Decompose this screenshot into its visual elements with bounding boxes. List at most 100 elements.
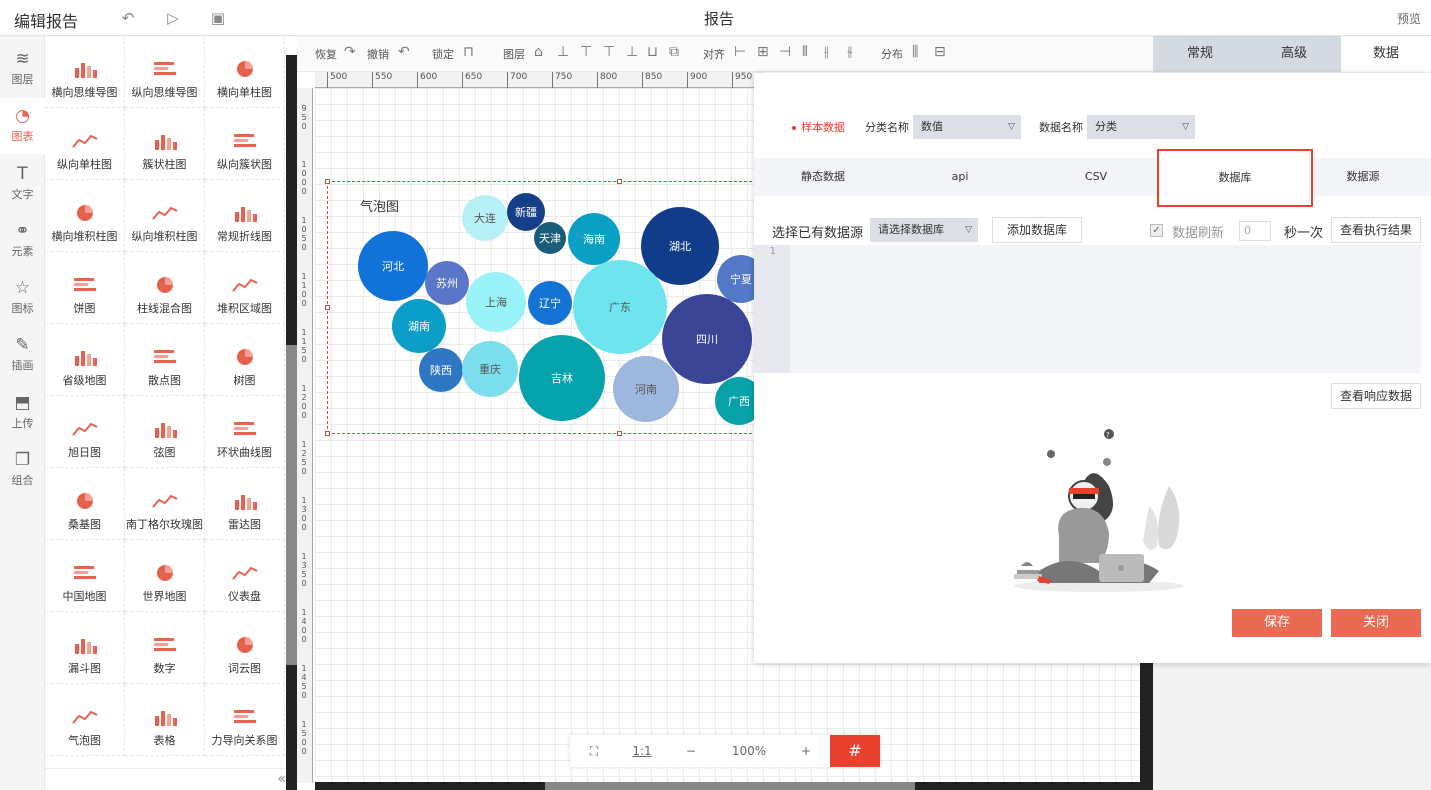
align-top-icon[interactable]: ⫴ <box>802 44 808 60</box>
bubble-11[interactable]: 湖南 <box>392 299 446 353</box>
nav-item-2[interactable]: T 文字 <box>0 156 45 212</box>
align-left-icon[interactable]: ⊢ <box>734 44 746 60</box>
palette-item[interactable]: 堆积区域图 <box>205 252 285 324</box>
layer-label[interactable]: 图层 <box>503 46 525 62</box>
align-bottom-icon[interactable]: ⫳ <box>847 44 853 60</box>
nav-item-1[interactable]: ◔ 图表 <box>0 98 45 154</box>
tab-data[interactable]: 数据 <box>1341 36 1431 72</box>
nav-item-3[interactable]: ⚭ 元素 <box>0 213 45 269</box>
tab-api[interactable]: api <box>892 158 1028 196</box>
palette-item[interactable]: 树图 <box>205 324 285 396</box>
palette-item[interactable]: 南丁格尔玫瑰图 <box>125 468 205 540</box>
nav-item-4[interactable]: ☆ 图标 <box>0 270 45 326</box>
view-response-button[interactable]: 查看响应数据 <box>1331 383 1421 409</box>
bubble-6[interactable]: 苏州 <box>425 261 469 305</box>
palette-item[interactable]: 中国地图 <box>45 540 125 612</box>
align-middle-icon[interactable]: ⫲ <box>824 44 829 60</box>
play-icon[interactable]: ▷ <box>163 8 183 28</box>
palette-item[interactable]: 力导向关系图 <box>205 684 285 756</box>
add-database-button[interactable]: 添加数据库 <box>992 217 1082 243</box>
palette-item[interactable]: 横向堆积柱图 <box>45 180 125 252</box>
palette-item[interactable]: 仪表盘 <box>205 540 285 612</box>
palette-item[interactable]: 表格 <box>125 684 205 756</box>
resize-handle[interactable] <box>325 431 330 436</box>
palette-item[interactable]: 环状曲线图 <box>205 396 285 468</box>
collapse-icon[interactable]: « <box>277 771 286 787</box>
zoom-in-button[interactable]: + <box>782 735 830 767</box>
resize-handle[interactable] <box>325 305 330 310</box>
scrollbar-thumb[interactable] <box>545 782 915 790</box>
align-right-icon[interactable]: ⊣ <box>779 44 791 60</box>
palette-item[interactable]: 横向思维导图 <box>45 36 125 108</box>
align-label[interactable]: 对齐 <box>703 46 725 62</box>
palette-item[interactable]: 漏斗图 <box>45 612 125 684</box>
redo-icon[interactable]: ↷ <box>344 44 356 60</box>
tab-datasource[interactable]: 数据源 <box>1295 158 1431 196</box>
palette-item[interactable]: 省级地图 <box>45 324 125 396</box>
palette-item[interactable]: 纵向簇状图 <box>205 108 285 180</box>
bubble-2[interactable]: 天津 <box>534 222 566 254</box>
bubble-7[interactable]: 上海 <box>466 272 526 332</box>
nav-item-5[interactable]: ✎ 插画 <box>0 327 45 383</box>
palette-item[interactable]: 旭日图 <box>45 396 125 468</box>
resize-handle[interactable] <box>617 179 622 184</box>
palette-item[interactable]: 横向单柱图 <box>205 36 285 108</box>
palette-item[interactable]: 饼图 <box>45 252 125 324</box>
distribute-v-icon[interactable]: ⊟ <box>934 44 946 60</box>
close-button[interactable]: 关闭 <box>1331 609 1421 637</box>
zoom-out-button[interactable]: − <box>666 735 716 767</box>
bubble-5[interactable]: 河北 <box>358 231 428 301</box>
tab-database[interactable]: 数据库 <box>1157 149 1313 207</box>
preview-button[interactable]: 预览 <box>1397 10 1421 27</box>
palette-item[interactable]: 常规折线图 <box>205 180 285 252</box>
palette-item[interactable]: 雷达图 <box>205 468 285 540</box>
tab-general[interactable]: 常规 <box>1153 36 1247 72</box>
undo-icon[interactable]: ↶ <box>398 44 410 60</box>
palette-item[interactable]: 数字 <box>125 612 205 684</box>
redo-label[interactable]: 恢复 <box>315 46 337 62</box>
palette-item[interactable]: 纵向堆积柱图 <box>125 180 205 252</box>
save-button[interactable]: 保存 <box>1232 609 1322 637</box>
distribute-h-icon[interactable]: ⫼ <box>912 44 918 60</box>
palette-item[interactable]: 散点图 <box>125 324 205 396</box>
tab-csv[interactable]: CSV <box>1028 158 1164 196</box>
sql-editor[interactable]: 1 <box>754 245 1421 373</box>
palette-item[interactable]: 纵向单柱图 <box>45 108 125 180</box>
align-center-icon[interactable]: ⊞ <box>757 44 769 60</box>
tab-advanced[interactable]: 高级 <box>1247 36 1341 72</box>
resize-handle[interactable] <box>325 179 330 184</box>
palette-item[interactable]: 弦图 <box>125 396 205 468</box>
scrollbar-thumb[interactable] <box>286 345 297 665</box>
back-icon[interactable]: ↶ <box>118 8 138 28</box>
resize-handle[interactable] <box>617 431 622 436</box>
data-name-select[interactable]: 分类 ▽ <box>1087 115 1195 139</box>
delete-icon[interactable]: ⊔ <box>647 44 658 60</box>
bubble-3[interactable]: 海南 <box>568 213 620 265</box>
tab-static-data[interactable]: 静态数据 <box>754 158 892 196</box>
layer-top-icon[interactable]: ⊤ <box>580 44 592 60</box>
palette-item[interactable]: 世界地图 <box>125 540 205 612</box>
lock-label[interactable]: 锁定 <box>432 46 454 62</box>
palette-item[interactable]: 词云图 <box>205 612 285 684</box>
fit-screen-icon[interactable]: ⛶ <box>570 735 618 767</box>
palette-item[interactable]: 柱线混合图 <box>125 252 205 324</box>
palette-scrollbar[interactable] <box>286 55 297 790</box>
bubble-13[interactable]: 陕西 <box>419 348 463 392</box>
palette-item[interactable]: 气泡图 <box>45 684 125 756</box>
layer-up-icon[interactable]: ⊥ <box>557 44 569 60</box>
view-exec-result-button[interactable]: 查看执行结果 <box>1331 217 1421 243</box>
copy-icon[interactable]: ⧉ <box>669 44 679 60</box>
bubble-12[interactable]: 四川 <box>662 294 752 384</box>
grid-toggle-icon[interactable]: # <box>830 735 880 767</box>
lock-icon[interactable]: ⊓ <box>463 44 474 60</box>
refresh-interval-input[interactable]: 0 <box>1239 221 1271 241</box>
palette-item[interactable]: 簇状柱图 <box>125 108 205 180</box>
nav-item-6[interactable]: ⬒ 上传 <box>0 385 45 441</box>
bubble-15[interactable]: 吉林 <box>519 335 605 421</box>
bubble-16[interactable]: 河南 <box>613 356 679 422</box>
layer-tree-icon[interactable]: ⌂ <box>534 44 543 60</box>
palette-item[interactable]: 桑基图 <box>45 468 125 540</box>
bubble-14[interactable]: 重庆 <box>462 341 518 397</box>
bubble-0[interactable]: 大连 <box>462 195 508 241</box>
nav-item-0[interactable]: ≋ 图层 <box>0 41 45 97</box>
